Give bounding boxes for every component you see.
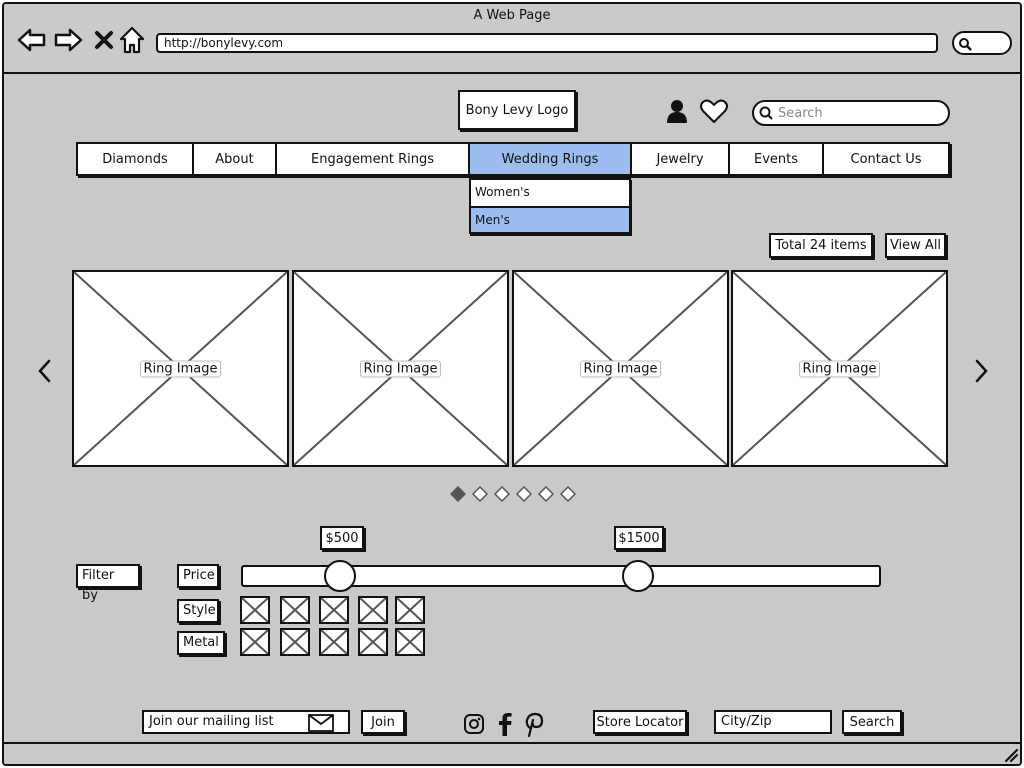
city-zip-field[interactable]: City/Zip (714, 710, 832, 734)
image-placeholder-icon (321, 630, 347, 654)
image-placeholder-icon (282, 630, 308, 654)
store-locator-button[interactable]: Store Locator (593, 710, 687, 734)
browser-status-bar (4, 742, 1020, 764)
carousel-dot[interactable] (537, 485, 555, 503)
menu-item-wedding-rings[interactable]: Wedding Rings (470, 144, 632, 174)
price-filter-label: Price (177, 564, 219, 588)
menu-item-contact-us[interactable]: Contact Us (824, 144, 948, 174)
heart-icon[interactable] (699, 98, 729, 124)
url-bar[interactable]: http://bonylevy.com (156, 33, 938, 53)
style-option[interactable] (240, 596, 270, 624)
image-placeholder-icon (282, 598, 308, 622)
facebook-icon[interactable] (496, 711, 514, 737)
image-placeholder-icon (242, 630, 268, 654)
search-icon (959, 38, 972, 51)
browser-titlebar: A Web Page http://bonylevy.com (4, 4, 1020, 74)
ring-card-label: Ring Image (579, 360, 662, 377)
price-slider-min-thumb[interactable] (324, 560, 356, 592)
carousel-dot[interactable] (515, 485, 533, 503)
browser-window: A Web Page http://bonylevy.com Bony Levy… (2, 2, 1022, 766)
view-all-button[interactable]: View All (885, 233, 946, 258)
home-icon[interactable] (116, 24, 148, 56)
dropdown-item-mens[interactable]: Men's (471, 206, 629, 232)
ring-card-label: Ring Image (139, 360, 222, 377)
metal-filter-label: Metal (177, 631, 225, 655)
ring-card[interactable]: Ring Image (72, 270, 289, 467)
metal-option[interactable] (319, 628, 349, 656)
style-option[interactable] (358, 596, 388, 624)
style-option[interactable] (319, 596, 349, 624)
join-button[interactable]: Join (361, 710, 405, 734)
carousel-dot[interactable] (471, 485, 489, 503)
ring-card[interactable]: Ring Image (731, 270, 948, 467)
image-placeholder-icon (360, 630, 386, 654)
back-icon[interactable] (16, 24, 48, 56)
ring-card-label: Ring Image (359, 360, 442, 377)
menu-item-jewelry[interactable]: Jewelry (632, 144, 730, 174)
forward-icon[interactable] (52, 24, 84, 56)
pinterest-icon[interactable] (523, 711, 545, 738)
carousel-dot[interactable] (559, 485, 577, 503)
image-placeholder-icon (397, 630, 423, 654)
instagram-icon[interactable] (463, 713, 485, 735)
menu-item-engagement-rings[interactable]: Engagement Rings (277, 144, 470, 174)
browser-search-field[interactable] (952, 31, 1012, 55)
site-search-field[interactable] (752, 100, 950, 126)
dropdown-item-womens[interactable]: Women's (471, 180, 629, 206)
metal-option[interactable] (240, 628, 270, 656)
ring-card[interactable]: Ring Image (512, 270, 729, 467)
ring-card[interactable]: Ring Image (292, 270, 509, 467)
site-search-input[interactable] (776, 104, 940, 122)
filter-by-label: Filter by (76, 564, 140, 603)
carousel-dot-active[interactable] (449, 485, 467, 503)
style-filter-label: Style (177, 599, 219, 623)
window-title: A Web Page (473, 8, 551, 23)
main-menu: Diamonds About Engagement Rings Wedding … (76, 142, 950, 176)
price-min-label: $500 (320, 526, 364, 550)
chevron-left-icon[interactable] (34, 358, 56, 384)
search-button[interactable]: Search (842, 710, 902, 734)
chevron-right-icon[interactable] (970, 358, 992, 384)
brand-logo[interactable]: Bony Levy Logo (458, 90, 576, 130)
price-max-label: $1500 (614, 526, 664, 550)
metal-option[interactable] (395, 628, 425, 656)
menu-item-events[interactable]: Events (730, 144, 824, 174)
metal-option[interactable] (358, 628, 388, 656)
mail-icon (308, 714, 334, 732)
carousel-dot[interactable] (493, 485, 511, 503)
menu-item-about[interactable]: About (194, 144, 277, 174)
menu-item-diamonds[interactable]: Diamonds (78, 144, 194, 174)
image-placeholder-icon (321, 598, 347, 622)
search-icon (759, 106, 773, 120)
price-slider-max-thumb[interactable] (622, 560, 654, 592)
image-placeholder-icon (242, 598, 268, 622)
style-option[interactable] (280, 596, 310, 624)
image-placeholder-icon (397, 598, 423, 622)
user-icon[interactable] (664, 98, 690, 124)
style-option[interactable] (395, 596, 425, 624)
image-placeholder-icon (360, 598, 386, 622)
metal-option[interactable] (280, 628, 310, 656)
resize-grip-icon[interactable] (1002, 746, 1019, 763)
total-items-count: Total 24 items (769, 233, 873, 258)
wedding-rings-dropdown: Women's Men's (469, 178, 631, 234)
ring-card-label: Ring Image (798, 360, 881, 377)
